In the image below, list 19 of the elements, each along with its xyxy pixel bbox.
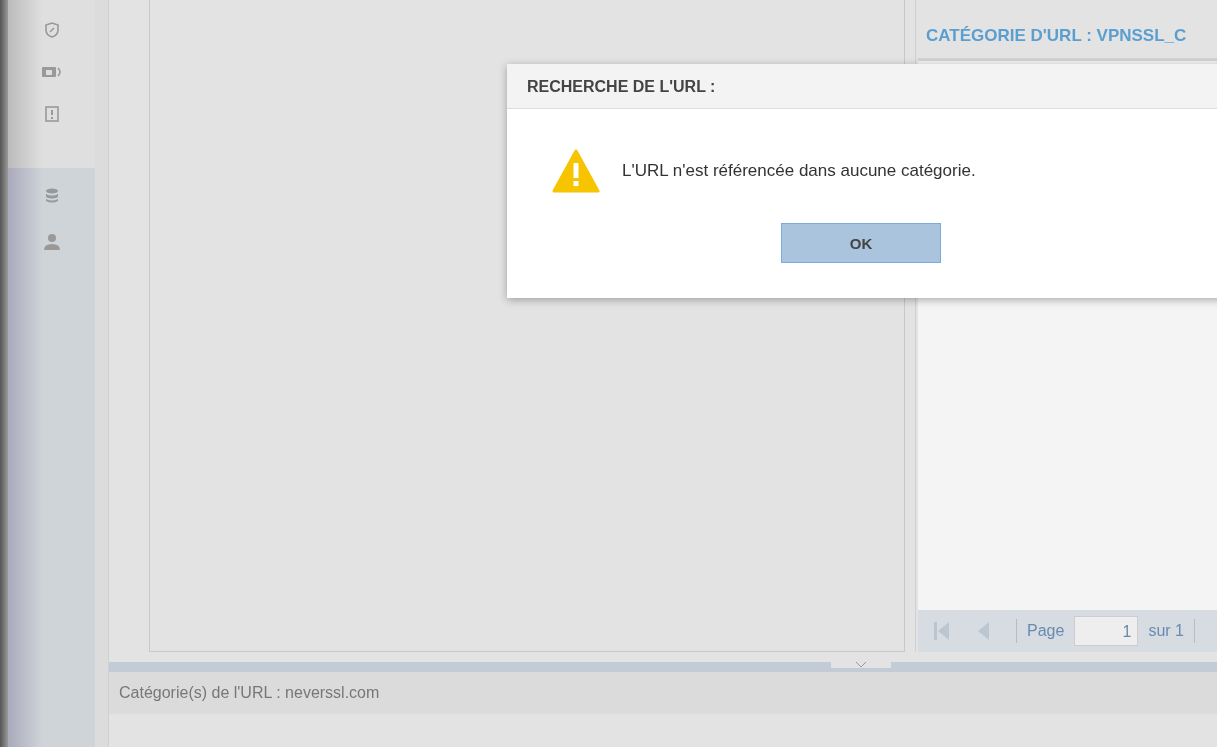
panel-title: CATÉGORIE D'URL : VPNSSL_C (925, 25, 1188, 47)
status-text: Catégorie(s) de l'URL : neverssl.com (109, 672, 1217, 714)
dialog-message: L'URL n'est référencée dans aucune catégorie. (622, 161, 976, 181)
alert-icon[interactable] (44, 106, 59, 122)
page-total: sur 1 (1148, 622, 1184, 640)
page-input[interactable]: 1 (1074, 616, 1139, 646)
previous-page-icon[interactable] (978, 622, 990, 640)
chevron-down-icon[interactable] (855, 662, 867, 668)
first-page-icon[interactable] (934, 622, 950, 640)
user-icon[interactable] (42, 234, 61, 250)
dialog-title: RECHERCHE DE L'URL : (507, 64, 1217, 109)
collapse-tab[interactable] (831, 662, 891, 668)
splitter-bar[interactable] (109, 662, 1217, 672)
ok-button[interactable]: OK (781, 223, 941, 263)
warning-icon (552, 149, 600, 193)
shield-icon[interactable] (44, 22, 59, 38)
card-icon[interactable] (40, 66, 63, 78)
database-icon[interactable] (44, 188, 59, 204)
page-label: Page (1027, 622, 1065, 640)
